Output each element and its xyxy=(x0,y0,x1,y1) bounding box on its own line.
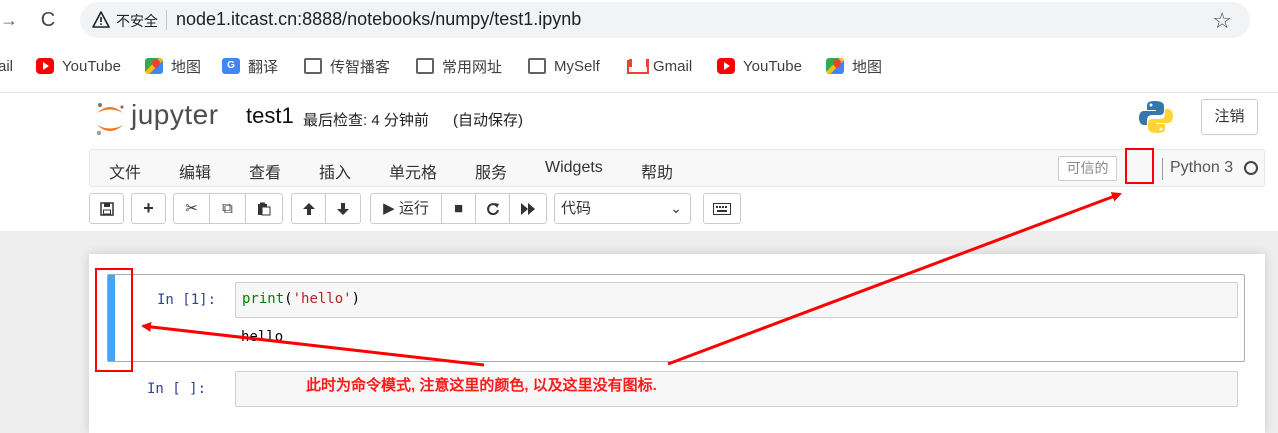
run-label: ▶ 运行 xyxy=(383,200,429,217)
bookmark-folder-itcast[interactable]: 传智播客 xyxy=(304,56,390,76)
kernel-name[interactable]: Python 3 xyxy=(1170,159,1233,177)
reload-button[interactable]: C xyxy=(36,8,60,32)
command-palette-button[interactable] xyxy=(703,193,741,224)
cell-output: hello xyxy=(241,329,284,345)
input-prompt-empty: In [ ]: xyxy=(147,381,207,397)
notebook-name[interactable]: test1 xyxy=(246,103,294,129)
stop-icon: ■ xyxy=(453,200,464,217)
bookmark-label: 传智播客 xyxy=(330,58,391,76)
bookmarks-bar: ail YouTube 地图 G 翻译 传智播客 常用网址 MySelf Gmai… xyxy=(0,50,1278,82)
bookmark-gmail[interactable]: Gmail xyxy=(627,56,692,76)
address-bar[interactable]: 不安全 node1.itcast.cn:8888/notebooks/numpy… xyxy=(80,2,1250,38)
folder-icon xyxy=(304,58,322,74)
bookmark-label: 地图 xyxy=(852,58,883,76)
menu-edit[interactable]: 编辑 xyxy=(179,159,211,183)
save-icon xyxy=(99,202,114,216)
copy-button[interactable]: ⧉ xyxy=(209,193,246,224)
bookmark-youtube[interactable]: YouTube xyxy=(36,56,121,76)
bookmark-translate[interactable]: G 翻译 xyxy=(222,56,278,76)
annotation-box-kernel xyxy=(1125,148,1154,184)
folder-icon xyxy=(416,58,434,74)
divider xyxy=(166,10,167,30)
bookmark-label: Gmail xyxy=(653,57,693,75)
bookmark-label: ail xyxy=(0,57,14,75)
code-input[interactable]: print('hello') xyxy=(235,282,1238,318)
autosave-status: (自动保存) xyxy=(453,112,523,129)
maps-icon xyxy=(145,58,163,74)
input-prompt: In [1]: xyxy=(157,292,217,308)
save-button[interactable] xyxy=(89,193,124,224)
security-label[interactable]: 不安全 xyxy=(116,11,158,31)
fast-forward-icon xyxy=(521,203,535,215)
bookmark-folder-common[interactable]: 常用网址 xyxy=(416,56,502,76)
scissors-icon: ✂ xyxy=(185,200,198,217)
cut-button[interactable]: ✂ xyxy=(173,193,210,224)
menu-cell[interactable]: 单元格 xyxy=(389,159,437,183)
annotation-box-cell xyxy=(95,268,133,372)
bookmark-maps[interactable]: 地图 xyxy=(145,56,201,76)
jupyter-logo-icon[interactable] xyxy=(94,101,126,137)
bookmark-label: YouTube xyxy=(62,57,121,75)
youtube-icon xyxy=(36,58,54,74)
menubar: 文件 编辑 查看 插入 单元格 服务 Widgets 帮助 可信的 Python… xyxy=(89,149,1265,187)
restart-run-all-button[interactable] xyxy=(509,193,547,224)
cell-type-value: 代码 xyxy=(561,200,592,217)
cell-type-select[interactable]: 代码 ⌄ xyxy=(554,193,691,224)
forward-button[interactable]: → xyxy=(0,8,18,32)
bookmark-folder-myself[interactable]: MySelf xyxy=(528,56,600,76)
paste-button[interactable] xyxy=(245,193,283,224)
interrupt-button[interactable]: ■ xyxy=(441,193,476,224)
restart-button[interactable] xyxy=(475,193,510,224)
restart-icon xyxy=(486,203,499,216)
browser-toolbar: → C 不安全 node1.itcast.cn:8888/notebooks/n… xyxy=(0,0,1278,40)
bookmark-star-icon[interactable]: ☆ xyxy=(1212,8,1232,34)
trusted-badge[interactable]: 可信的 xyxy=(1058,156,1117,181)
youtube-icon xyxy=(717,58,735,74)
chevron-down-icon: ⌄ xyxy=(670,200,682,216)
annotation-note: 此时为命令模式, 注意这里的颜色, 以及这里没有图标. xyxy=(306,377,657,394)
copy-icon: ⧉ xyxy=(222,200,233,217)
bookmark-mail[interactable]: ail xyxy=(0,56,13,76)
bookmark-label: YouTube xyxy=(743,57,802,75)
bookmark-label: MySelf xyxy=(554,57,600,75)
folder-icon xyxy=(528,58,546,74)
maps-icon xyxy=(826,58,844,74)
code-text: print('hello') xyxy=(242,291,361,307)
menu-file[interactable]: 文件 xyxy=(109,159,141,183)
bookmark-label: 常用网址 xyxy=(442,58,503,76)
translate-icon: G xyxy=(222,58,240,74)
bookmark-maps-2[interactable]: 地图 xyxy=(826,56,882,76)
menu-widgets[interactable]: Widgets xyxy=(545,159,603,177)
arrow-up-icon xyxy=(302,203,315,215)
keyboard-icon xyxy=(713,203,731,215)
bookmark-label: 地图 xyxy=(171,58,202,76)
move-down-button[interactable] xyxy=(325,193,361,224)
insert-cell-button[interactable]: + xyxy=(131,193,166,224)
bookmark-label: 翻译 xyxy=(248,58,279,76)
plus-icon: + xyxy=(143,198,154,218)
menu-kernel[interactable]: 服务 xyxy=(475,159,507,183)
checkpoint-status: 最后检查: 4 分钟前 xyxy=(303,112,429,129)
run-button[interactable]: ▶ 运行 xyxy=(370,193,442,224)
move-up-button[interactable] xyxy=(291,193,326,224)
jupyter-wordmark[interactable]: jupyter xyxy=(131,99,219,131)
python-logo-icon xyxy=(1139,101,1173,133)
kernel-idle-indicator-icon xyxy=(1244,161,1258,175)
url-text[interactable]: node1.itcast.cn:8888/notebooks/numpy/tes… xyxy=(176,9,581,30)
warning-icon[interactable] xyxy=(92,11,110,29)
bookmark-youtube-2[interactable]: YouTube xyxy=(717,56,802,76)
menu-insert[interactable]: 插入 xyxy=(319,159,351,183)
kernel-separator xyxy=(1162,158,1163,180)
gmail-icon xyxy=(627,58,649,74)
menu-view[interactable]: 查看 xyxy=(249,159,281,183)
logout-button[interactable]: 注销 xyxy=(1201,99,1258,135)
jupyter-header: jupyter test1 最后检查: 4 分钟前 (自动保存) 注销 xyxy=(0,92,1278,148)
paste-icon xyxy=(258,202,271,216)
arrow-down-icon xyxy=(337,203,349,215)
menu-help[interactable]: 帮助 xyxy=(641,159,673,183)
